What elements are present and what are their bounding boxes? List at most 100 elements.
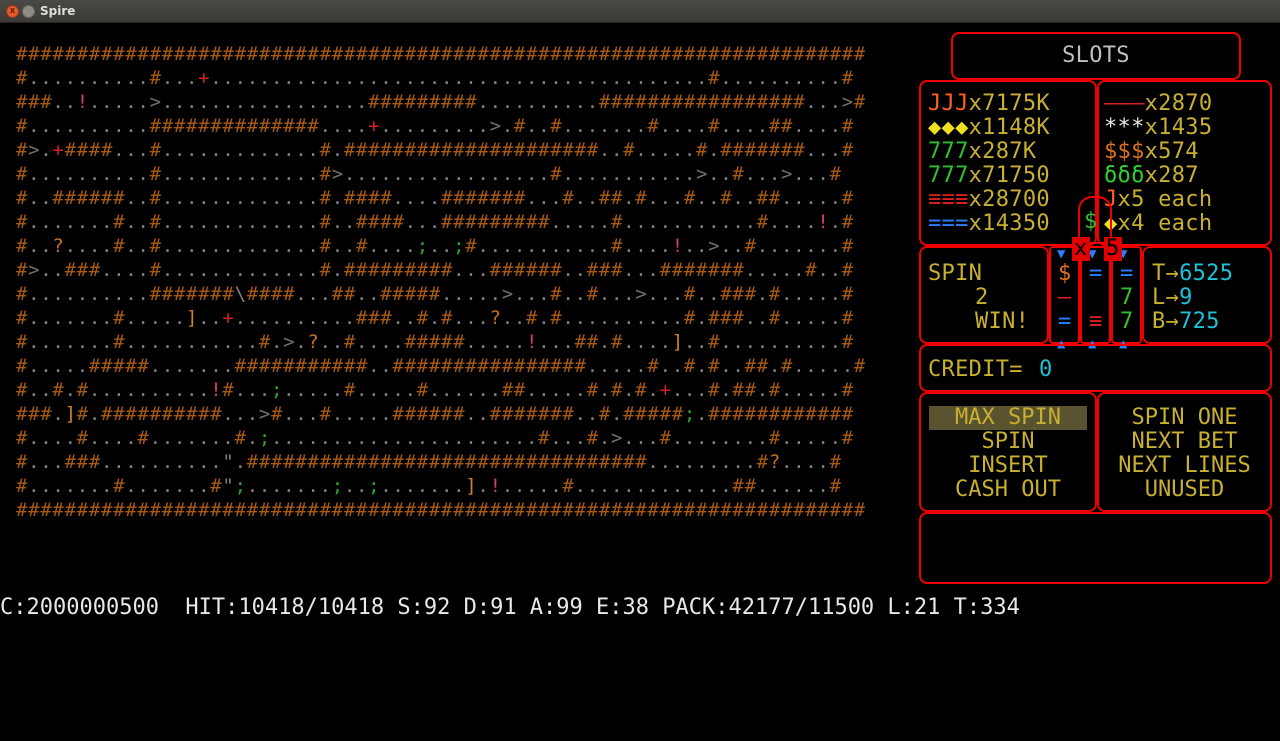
menu-spin-one[interactable]: SPIN ONE: [1107, 406, 1262, 430]
floor-tile: .: [805, 67, 816, 89]
floor-tile: .: [162, 475, 173, 497]
wall-tile: #: [16, 187, 28, 209]
menu-insert[interactable]: INSERT: [929, 454, 1087, 478]
wall-tile: #: [708, 499, 720, 521]
wall-tile: #: [490, 403, 502, 425]
floor-tile: .: [198, 235, 209, 257]
wall-tile: #: [465, 43, 477, 65]
floor-tile: .: [77, 475, 88, 497]
floor-tile: .: [526, 187, 537, 209]
menu-cash-out[interactable]: CASH OUT: [929, 478, 1087, 502]
floor-tile: .: [28, 115, 39, 137]
stairs-tile: >: [611, 427, 622, 449]
right-payout-row: ◆x4 each: [1104, 212, 1212, 236]
minimize-window-button[interactable]: [22, 5, 35, 18]
wall-tile: #: [28, 403, 40, 425]
floor-tile: .: [781, 283, 792, 305]
floor-tile: .: [830, 211, 841, 233]
wall-tile: #: [210, 475, 222, 497]
wall-tile: #: [101, 403, 113, 425]
floor-tile: .: [247, 91, 258, 113]
floor-tile: .: [647, 259, 658, 281]
menu-next-lines[interactable]: NEXT LINES: [1107, 454, 1262, 478]
floor-tile: .: [125, 163, 136, 185]
wall-tile: #: [441, 259, 453, 281]
close-window-button[interactable]: x: [6, 5, 19, 18]
floor-tile: .: [575, 67, 586, 89]
floor-tile: .: [113, 427, 124, 449]
floor-tile: .: [781, 307, 792, 329]
wall-tile: #: [89, 43, 101, 65]
floor-tile: .: [65, 235, 76, 257]
floor-tile: .: [186, 235, 197, 257]
floor-tile: .: [332, 403, 343, 425]
wall-tile: #: [392, 403, 404, 425]
stairs-tile: >: [332, 163, 343, 185]
floor-tile: .: [769, 259, 780, 281]
menu-max-spin[interactable]: MAX SPIN: [929, 406, 1087, 430]
wall-tile: #: [271, 403, 283, 425]
wall-tile: #: [356, 235, 368, 257]
wall-tile: #: [125, 403, 137, 425]
payout-symbol: ◆◆◆: [928, 115, 969, 140]
floor-tile: .: [186, 139, 197, 161]
floor-tile: .: [684, 139, 695, 161]
floor-tile: .: [830, 67, 841, 89]
floor-tile: .: [599, 331, 610, 353]
floor-tile: .: [623, 259, 634, 281]
floor-tile: .: [150, 379, 161, 401]
floor-tile: .: [465, 115, 476, 137]
payout-symbol: δδδ: [1104, 163, 1145, 188]
payout-symbol: 777: [928, 163, 969, 188]
floor-tile: .: [647, 67, 658, 89]
floor-tile: .: [793, 211, 804, 233]
wall-tile: #: [344, 259, 356, 281]
counter-value: 725: [1179, 309, 1220, 334]
wall-tile: #: [174, 115, 186, 137]
wall-tile: #: [684, 355, 696, 377]
floor-tile: .: [40, 211, 51, 233]
wall-tile: #: [198, 499, 210, 521]
floor-tile: .: [793, 115, 804, 137]
floor-tile: .: [52, 331, 63, 353]
wall-tile: #: [708, 307, 720, 329]
wall-tile: #: [186, 43, 198, 65]
wall-tile: #: [817, 499, 829, 521]
menu-unused[interactable]: UNUSED: [1107, 478, 1262, 502]
floor-tile: .: [137, 283, 148, 305]
floor-tile: .: [453, 67, 464, 89]
floor-tile: .: [307, 379, 318, 401]
floor-tile: .: [186, 91, 197, 113]
wall-tile: #: [623, 43, 635, 65]
floor-tile: .: [720, 163, 731, 185]
wall-tile: #: [793, 403, 805, 425]
floor-tile: .: [380, 67, 391, 89]
wall-tile: #: [137, 499, 149, 521]
floor-tile: .: [611, 67, 622, 89]
stairs-tile: >: [696, 163, 707, 185]
floor-tile: .: [769, 475, 780, 497]
floor-tile: .: [320, 115, 331, 137]
floor-tile: .: [757, 67, 768, 89]
wall-tile: #: [429, 139, 441, 161]
floor-tile: .: [708, 475, 719, 497]
floor-tile: .: [817, 379, 828, 401]
wall-tile: #: [587, 259, 599, 281]
wall-tile: #: [490, 187, 502, 209]
wall-tile: #: [477, 211, 489, 233]
floor-tile: .: [222, 187, 233, 209]
floor-tile: .: [101, 379, 112, 401]
floor-tile: .: [587, 67, 598, 89]
menu-next-bet[interactable]: NEXT BET: [1107, 430, 1262, 454]
floor-tile: .: [502, 235, 513, 257]
wall-tile: #: [611, 379, 623, 401]
wall-tile: #: [817, 403, 829, 425]
menu-spin[interactable]: SPIN: [929, 430, 1087, 454]
wall-tile: #: [745, 43, 757, 65]
wall-tile: #: [101, 43, 113, 65]
floor-tile: .: [271, 139, 282, 161]
stairs-tile: >: [781, 163, 792, 185]
floor-tile: .: [210, 355, 221, 377]
floor-tile: .: [40, 451, 51, 473]
floor-tile: .: [210, 139, 221, 161]
